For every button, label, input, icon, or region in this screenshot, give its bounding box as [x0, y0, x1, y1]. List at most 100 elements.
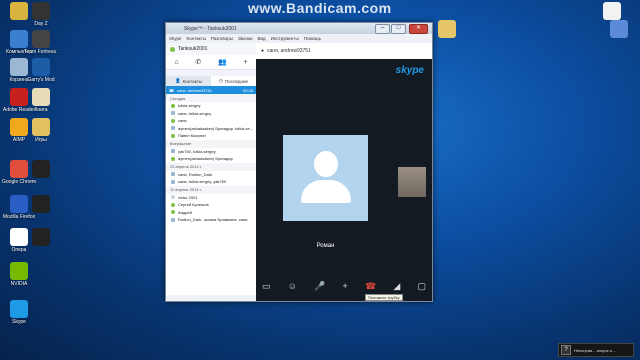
contact-name: aymen(ashadsaken) Бригадир [178, 156, 233, 162]
call-header-title: саня, andrew93751 [267, 48, 311, 54]
user-status[interactable]: Tanksuk2001 [166, 43, 256, 55]
desktop-icon[interactable]: Day Z [24, 2, 58, 27]
contact-tabs: 👤 Контакты ◷ Последние [166, 76, 256, 86]
list-item[interactable]: саня, tolkla.sergey, yak760 [166, 178, 256, 186]
list-footer [166, 295, 256, 301]
app-icon [32, 2, 50, 20]
screen-icon[interactable]: ▭ [262, 281, 271, 292]
desktop-icon[interactable] [24, 228, 58, 247]
phone-icon[interactable]: ✆ [195, 58, 201, 66]
close-button[interactable]: ✕ [409, 24, 428, 34]
status-icon [171, 179, 175, 184]
caller-avatar [283, 135, 368, 221]
hangup-icon[interactable]: ☎ [365, 281, 376, 292]
contact-name: victor 2001 [178, 194, 198, 200]
recent-list: Сегодня tolkla.sergey саня, tolkla.sergey с… [166, 94, 256, 224]
desktop-icon-label: Google Chrome [2, 179, 36, 185]
menu-bar: Skype Контакты Разговоры Звонки Вид Инст… [166, 34, 432, 43]
desktop-icon-label: NVIDIA [10, 281, 28, 287]
list-item[interactable]: aymen(ashadsaken) Бригадир, tolkla.se... [166, 125, 256, 133]
minimize-button[interactable]: – [375, 24, 390, 34]
desktop-icon[interactable]: Garry's Mod [24, 58, 58, 83]
mic-icon[interactable]: 🎤 [314, 281, 325, 292]
maximize-button[interactable]: □ [391, 24, 406, 34]
window-title: Skype™ - Tanksuk2001 [184, 26, 237, 32]
tab-recent[interactable]: ◷ Последние [211, 76, 256, 86]
list-item[interactable]: yak760, tolkla.sergey [166, 148, 256, 156]
list-item[interactable]: victor 2001 [166, 194, 256, 202]
desktop-icon[interactable]: Team Fortress 2 [24, 30, 58, 55]
app-icon [610, 20, 628, 38]
app-icon [603, 2, 621, 20]
menu-help[interactable]: Помощь [304, 36, 321, 41]
title-bar[interactable]: Skype™ - Tanksuk2001 – □ ✕ [166, 23, 432, 34]
menu-contacts[interactable]: Контакты [187, 36, 206, 41]
emoticon-icon[interactable]: ☺ [288, 281, 297, 291]
desktop-icon[interactable] [602, 20, 636, 39]
desktop-icon[interactable] [430, 20, 464, 39]
user-name: Tanksuk2001 [178, 46, 208, 52]
section-header: 11 апреля 2014 г. [166, 185, 256, 194]
list-item[interactable]: aymen(ashadsaken) Бригадир [166, 155, 256, 163]
desktop-icon-label: Skype [12, 319, 26, 325]
home-icon[interactable]: ⌂ [174, 59, 178, 66]
app-icon [32, 30, 50, 48]
call-controls: ▭ ☺ 🎤 + ☎ ◢ ▢ [256, 278, 432, 294]
status-icon [171, 118, 175, 123]
list-item[interactable]: Rodion_Dark, оксана булавкина, саня [166, 216, 256, 224]
left-pane: Tanksuk2001 ⌂ ✆ 👥 + 👤 Контакты ◷ Последн… [166, 43, 256, 301]
contacts-tab-icon: 👤 [174, 78, 181, 83]
section-header: Вчерашние [166, 139, 256, 148]
add-contact-icon[interactable]: + [244, 59, 248, 66]
list-item[interactable]: tolkla.sergey [166, 102, 256, 110]
menu-tools[interactable]: Инструменты [271, 36, 299, 41]
notification-toast[interactable]: ? Неисправ... запуск и ... [558, 343, 634, 357]
contact-icon: ● [261, 48, 265, 54]
desktop-icon-label: Mozilla Firefox [2, 214, 36, 220]
hangup-tooltip: Положить трубку [365, 294, 403, 301]
online-status-icon [170, 46, 175, 52]
desktop-icon[interactable]: NVIDIA [2, 262, 36, 287]
app-icon [32, 58, 50, 76]
tab-recent-label: Последние [224, 78, 249, 84]
window-icon[interactable]: ▢ [417, 281, 426, 292]
active-call-label: саня, andrew93751 [176, 87, 213, 93]
self-video-preview[interactable] [398, 167, 426, 197]
toolbar: ⌂ ✆ 👥 + [166, 55, 256, 70]
contact-name: Сергей Кулешов [178, 202, 209, 208]
notification-text: Неисправ... запуск и ... [574, 347, 617, 353]
desktop-icon[interactable] [24, 160, 58, 179]
desktop-icon[interactable] [24, 195, 58, 214]
menu-view[interactable]: Вид [257, 36, 265, 41]
contact-name: Rodion_Dark, оксана булавкина, саня [178, 217, 248, 223]
call-duration: 00:28 [242, 87, 253, 93]
skype-window[interactable]: Skype™ - Tanksuk2001 – □ ✕ Skype Контакт… [165, 22, 433, 302]
signal-icon: ◢ [393, 280, 401, 291]
desktop-icon[interactable] [595, 2, 629, 21]
list-item[interactable]: Андрей [166, 209, 256, 217]
list-item[interactable]: саня, tolkla.sergey [166, 110, 256, 118]
menu-conversations[interactable]: Разговоры [211, 36, 233, 41]
status-icon [171, 172, 175, 177]
desktop-icon-label: Книга [34, 107, 48, 113]
status-icon [171, 103, 175, 108]
desktop-icon[interactable]: Skype [2, 300, 36, 325]
status-icon [171, 217, 175, 222]
list-item[interactable]: Сергей Кулешов [166, 201, 256, 209]
app-icon [32, 160, 50, 178]
desktop-icon[interactable]: Игры [24, 118, 58, 143]
list-item[interactable]: саня, Rodion_Dark [166, 171, 256, 179]
list-item[interactable]: саня [166, 117, 256, 125]
active-call-row[interactable]: ☎ саня, andrew93751 00:28 [166, 86, 256, 94]
status-icon [171, 126, 175, 131]
contacts-icon[interactable]: 👥 [218, 58, 227, 66]
app-icon [32, 88, 50, 106]
contact-name: aymen(ashadsaken) Бригадир, tolkla.se... [178, 125, 254, 131]
desktop-icon[interactable]: Книга [24, 88, 58, 113]
list-item[interactable]: Павел Кокунин [166, 132, 256, 140]
add-icon[interactable]: + [343, 281, 348, 291]
menu-calls[interactable]: Звонки [238, 36, 253, 41]
desktop-icon-label: Day Z [34, 21, 48, 27]
menu-skype[interactable]: Skype [169, 36, 182, 41]
tab-contacts[interactable]: 👤 Контакты [166, 76, 211, 86]
